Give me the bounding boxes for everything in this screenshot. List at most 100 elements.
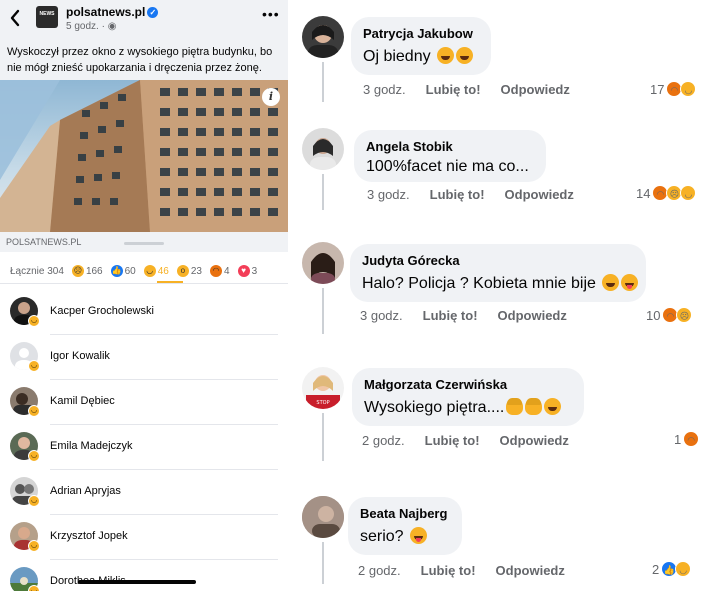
avatar[interactable]: [302, 16, 344, 58]
reactor-item[interactable]: ◡ Kamil Dębiec: [0, 380, 288, 425]
tab-count: 4: [224, 265, 230, 277]
tab-sad[interactable]: ☹ 166: [71, 265, 103, 277]
like-link[interactable]: Lubię to!: [421, 563, 476, 578]
more-horizontal-icon[interactable]: •••: [262, 6, 280, 22]
home-indicator: [78, 580, 196, 584]
tab-all[interactable]: Łącznie 304: [10, 266, 64, 277]
tab-like[interactable]: 👍 60: [110, 265, 136, 277]
tab-haha[interactable]: ◡ 46: [143, 265, 169, 277]
comment-bubble[interactable]: Angela Stobik 100%facet nie ma co...: [354, 130, 546, 182]
comment-text-content: Wysokiego piętra....: [364, 399, 505, 416]
avatar[interactable]: STOP: [302, 367, 344, 409]
reactor-item[interactable]: ◡ Emila Madejczyk: [0, 425, 288, 470]
reactor-name[interactable]: Emila Madejczyk: [50, 440, 133, 452]
comment-time[interactable]: 3 godz.: [363, 82, 406, 97]
avatar[interactable]: [302, 242, 344, 284]
reply-link[interactable]: Odpowiedz: [500, 433, 569, 448]
comment-author[interactable]: Judyta Górecka: [362, 253, 634, 269]
comment-time[interactable]: 2 godz.: [362, 433, 405, 448]
reactor-name[interactable]: Kacper Grocholewski: [50, 305, 154, 317]
comment-author[interactable]: Patrycja Jakubow: [363, 26, 479, 42]
reactor-item[interactable]: ◡ Igor Kowalik: [0, 335, 288, 380]
reply-link[interactable]: Odpowiedz: [505, 187, 574, 202]
reaction-count: 1: [674, 431, 682, 447]
comment-author[interactable]: Beata Najberg: [360, 506, 450, 522]
page-logo[interactable]: NEWS: [36, 6, 58, 28]
comment-time[interactable]: 3 godz.: [360, 308, 403, 323]
sad-emoji-icon: ☹: [71, 265, 84, 277]
tab-love[interactable]: ♥ 3: [237, 265, 258, 277]
tab-wow[interactable]: o 23: [176, 265, 202, 277]
chevron-left-icon[interactable]: [8, 8, 26, 30]
haha-emoji-icon: ◡: [28, 450, 40, 462]
thread-line: [322, 288, 324, 334]
reaction-summary[interactable]: 2 👍 ◡: [652, 561, 692, 577]
haha-emoji-icon: ◡: [28, 585, 40, 591]
angry-emoji-icon: ◠: [683, 431, 700, 447]
reaction-summary[interactable]: 10 ◠ ☹: [646, 307, 693, 323]
reaction-summary[interactable]: 1 ◠: [674, 431, 700, 447]
reply-link[interactable]: Odpowiedz: [496, 563, 565, 578]
tab-angry[interactable]: ◠ 4: [210, 265, 230, 277]
comment-text: Halo? Policja ? Kobieta mnie bije: [362, 273, 639, 295]
comment-actions: 2 godz. Lubię to! Odpowiedz: [358, 563, 585, 578]
comment-time[interactable]: 3 godz.: [367, 187, 410, 202]
tab-count: 3: [251, 265, 258, 277]
like-link[interactable]: Lubię to!: [430, 187, 485, 202]
angry-emoji-icon: ◠: [210, 265, 222, 277]
haha-emoji-icon: ◡: [28, 540, 40, 552]
reactor-name[interactable]: Adrian Apryjas: [50, 485, 121, 497]
sheet-drag-handle[interactable]: [124, 242, 164, 245]
tab-count: 166: [85, 265, 103, 277]
reply-link[interactable]: Odpowiedz: [498, 308, 567, 323]
reactor-item[interactable]: ◡ Kacper Grocholewski: [0, 290, 288, 335]
reply-link[interactable]: Odpowiedz: [501, 82, 570, 97]
sad-emoji-icon: ☹: [676, 307, 693, 323]
tongue-emoji-icon: ◡: [675, 561, 692, 577]
comment-bubble[interactable]: Judyta Górecka Halo? Policja ? Kobieta m…: [350, 244, 646, 302]
reaction-count: 10: [646, 307, 661, 323]
person-shrugging-emoji-icon: [525, 398, 543, 415]
reaction-summary[interactable]: 17 ◠ ◡: [650, 81, 697, 97]
post-image[interactable]: i: [0, 80, 288, 232]
like-link[interactable]: Lubię to!: [425, 433, 480, 448]
comment-actions: 2 godz. Lubię to! Odpowiedz: [362, 433, 589, 448]
comment-author[interactable]: Angela Stobik: [366, 139, 534, 155]
reactions-sheet: Łącznie 304 ☹ 166 👍 60 ◡ 46 o 23 ◠ 4 ♥ 3 ◡ Kac…: [0, 242, 288, 591]
comment-bubble[interactable]: Beata Najberg serio?: [348, 497, 462, 555]
post-panel: NEWS polsatnews.pl ✓ 5 godz. · ◉ ••• Wysk…: [0, 0, 288, 591]
globe-icon: ◉: [107, 21, 117, 32]
reactor-name[interactable]: Kamil Dębiec: [50, 395, 115, 407]
avatar[interactable]: [302, 496, 344, 538]
tab-count: 46: [157, 265, 169, 277]
page-name-link[interactable]: polsatnews.pl ✓: [66, 5, 159, 19]
info-icon[interactable]: i: [262, 88, 280, 106]
reactor-name[interactable]: Krzysztof Jopek: [50, 530, 128, 542]
reactor-name[interactable]: Igor Kowalik: [50, 350, 110, 362]
verified-badge-icon: ✓: [147, 7, 159, 18]
comment-text: serio?: [360, 526, 450, 548]
haha-emoji-icon: ◡: [143, 265, 156, 277]
laughing-emoji-icon: [602, 274, 620, 291]
laughing-emoji-icon: [456, 47, 474, 64]
comment-actions: 3 godz. Lubię to! Odpowiedz: [367, 187, 594, 202]
reaction-summary[interactable]: 14 ◠ ☹ ◡: [636, 185, 697, 201]
reaction-tabs: Łącznie 304 ☹ 166 👍 60 ◡ 46 o 23 ◠ 4 ♥ 3: [0, 260, 288, 282]
comment-time[interactable]: 2 godz.: [358, 563, 401, 578]
like-link[interactable]: Lubię to!: [423, 308, 478, 323]
tab-all-label: Łącznie 304: [10, 265, 64, 277]
comment-text: Oj biedny: [363, 46, 479, 68]
reactors-list: ◡ Kacper Grocholewski ◡ Igor Kowalik ◡ K…: [0, 290, 288, 591]
reaction-count: 17: [650, 81, 665, 97]
comment-author[interactable]: Małgorzata Czerwińska: [364, 377, 572, 393]
reactor-item[interactable]: ◡ Dorothea Miklis: [0, 560, 288, 591]
comment-bubble[interactable]: Patrycja Jakubow Oj biedny: [351, 17, 491, 75]
reactor-item[interactable]: ◡ Krzysztof Jopek: [0, 515, 288, 560]
reactor-item[interactable]: ◡ Adrian Apryjas: [0, 470, 288, 515]
laughing-emoji-icon: [437, 47, 455, 64]
haha-emoji-icon: ◡: [28, 315, 40, 327]
comment-bubble[interactable]: Małgorzata Czerwińska Wysokiego piętra..…: [352, 368, 584, 426]
like-link[interactable]: Lubię to!: [426, 82, 481, 97]
avatar[interactable]: [302, 128, 344, 170]
person-shrugging-emoji-icon: [506, 398, 524, 415]
